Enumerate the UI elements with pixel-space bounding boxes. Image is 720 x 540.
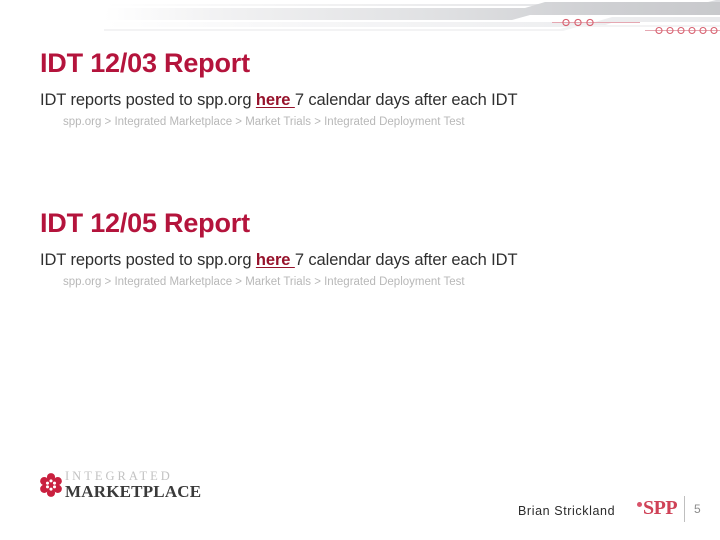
body-text-before: IDT reports posted to spp.org bbox=[40, 251, 256, 269]
marketplace-flower-icon bbox=[40, 473, 62, 497]
report-section-2: IDT 12/05 Report IDT reports posted to s… bbox=[40, 206, 680, 290]
marketplace-wordmark: INTEGRATED MARKETPLACE bbox=[65, 470, 202, 501]
report-section-1: IDT 12/03 Report IDT reports posted to s… bbox=[40, 46, 680, 130]
spp-wordmark: SPP bbox=[643, 497, 678, 519]
slide: IDT 12/03 Report IDT reports posted to s… bbox=[0, 0, 720, 540]
breadcrumb: spp.org > Integrated Marketplace > Marke… bbox=[63, 116, 465, 128]
presenter-name: Brian Strickland bbox=[518, 504, 616, 518]
spp-dot-icon bbox=[637, 502, 642, 507]
integrated-marketplace-logo: INTEGRATED MARKETPLACE bbox=[38, 470, 201, 500]
body-text-after: 7 calendar days after each IDT bbox=[294, 91, 518, 109]
spp-logo: SPP bbox=[637, 497, 678, 519]
logo-marketplace-text: MARKETPLACE bbox=[65, 482, 202, 501]
page-number: 5 bbox=[694, 502, 701, 516]
slide-footer: INTEGRATED MARKETPLACE Brian Strickland … bbox=[0, 460, 720, 540]
breadcrumb: spp.org > Integrated Marketplace > Marke… bbox=[63, 276, 465, 288]
footer-divider bbox=[684, 496, 685, 522]
here-link[interactable]: here bbox=[256, 251, 295, 269]
here-link[interactable]: here bbox=[256, 91, 295, 109]
section-body: IDT reports posted to spp.org here 7 cal… bbox=[40, 250, 680, 271]
section-title: IDT 12/05 Report bbox=[40, 208, 250, 238]
body-text-before: IDT reports posted to spp.org bbox=[40, 91, 256, 109]
body-text-after: 7 calendar days after each IDT bbox=[294, 251, 518, 269]
decorative-header-banner bbox=[0, 0, 720, 46]
section-title: IDT 12/03 Report bbox=[40, 48, 250, 78]
banner-graphic bbox=[104, 0, 720, 35]
section-body: IDT reports posted to spp.org here 7 cal… bbox=[40, 90, 680, 111]
